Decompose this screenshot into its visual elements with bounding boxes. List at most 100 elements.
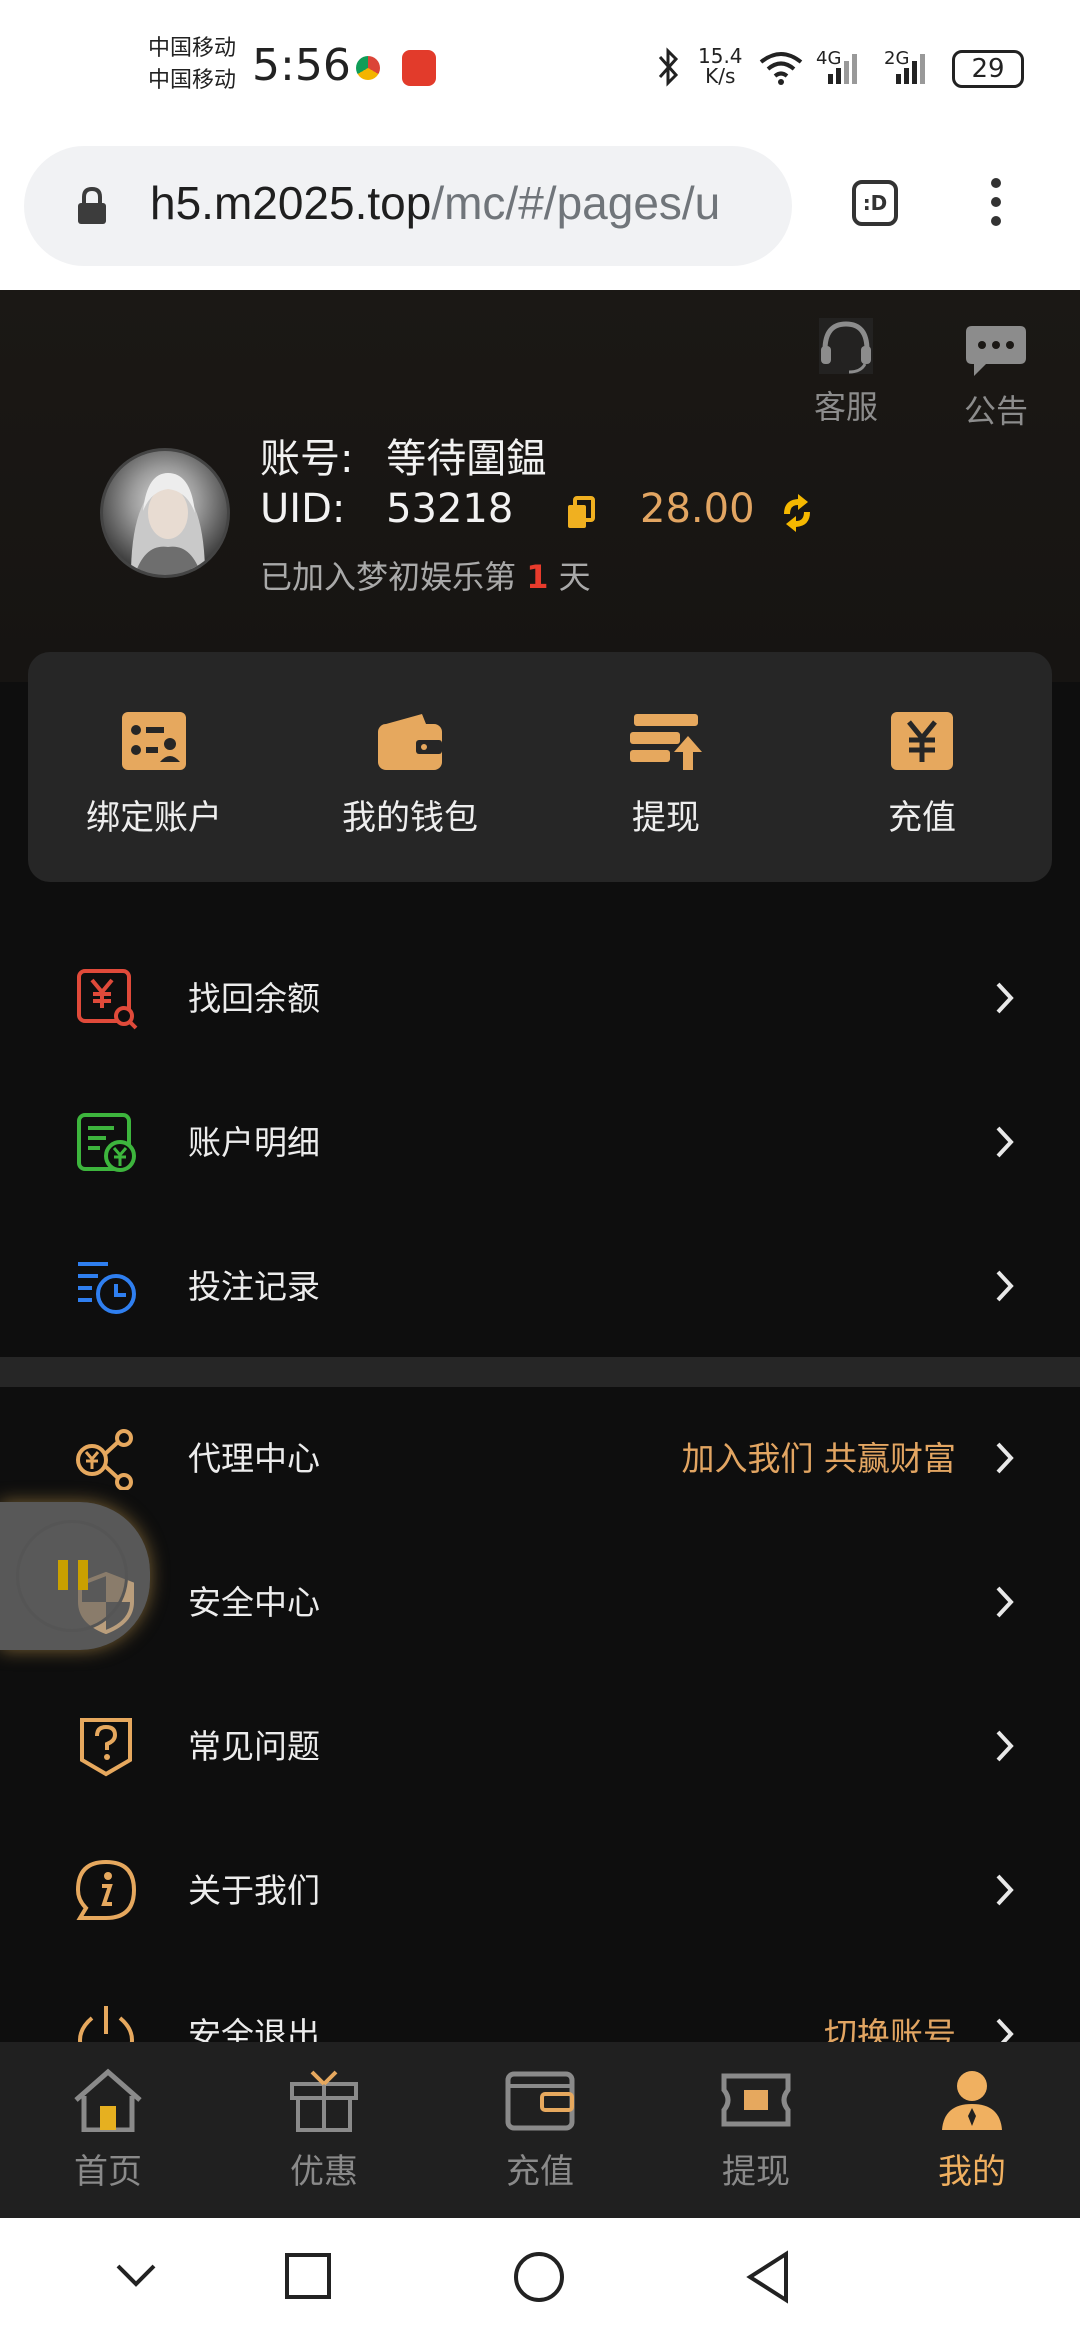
nav-recharge[interactable]: 充值 <box>470 2068 610 2193</box>
withdraw-label: 提现 <box>632 798 700 838</box>
menu-label: 账户明细 <box>188 1123 320 1162</box>
home-button-icon[interactable] <box>512 2250 566 2304</box>
nav-promotions[interactable]: 优惠 <box>254 2068 394 2193</box>
chrome-icon <box>356 56 380 80</box>
menu-item-security-center[interactable]: 安全中心 <box>0 1528 1080 1672</box>
customer-service-label: 客服 <box>813 388 878 426</box>
menu-label: 关于我们 <box>188 1871 320 1910</box>
history-icon <box>78 1262 136 1314</box>
url-path: /mc/#/pages/u <box>431 177 721 229</box>
recharge-label: 充值 <box>888 798 956 838</box>
user-icon <box>942 2071 1002 2130</box>
menu-item-bet-history[interactable]: 投注记录 <box>0 1212 1080 1356</box>
join-text-suffix: 天 <box>558 558 591 596</box>
bluetooth-icon <box>658 47 679 87</box>
chevron-right-icon <box>996 1442 1014 1474</box>
chevron-right-icon <box>996 1730 1014 1762</box>
recharge-button[interactable]: 充值 <box>832 710 1012 839</box>
menu-label: 投注记录 <box>188 1267 320 1306</box>
refresh-icon[interactable] <box>776 492 818 534</box>
uid-value: 53218 <box>386 486 514 532</box>
wallet-icon <box>505 2071 575 2131</box>
url-host: h5.m2025.top <box>150 177 432 229</box>
uid-label: UID: <box>260 486 346 532</box>
signal-2-icon <box>896 54 925 84</box>
chevron-right-icon <box>996 1874 1014 1906</box>
menu-label: 常见问题 <box>188 1727 320 1766</box>
gift-icon <box>290 2070 358 2132</box>
net-speed-unit: K/s <box>705 64 736 88</box>
bind-account-button[interactable]: 绑定账户 <box>64 710 244 839</box>
floating-pause-button[interactable] <box>0 1502 150 1650</box>
announcement-button[interactable]: 公告 <box>956 324 1036 432</box>
carrier-2: 中国移动 <box>148 68 237 93</box>
share-yen-icon <box>76 1429 133 1490</box>
menu-item-recover-balance[interactable]: 找回余额 <box>0 924 1080 1068</box>
nav-profile[interactable]: 我的 <box>902 2068 1042 2193</box>
avatar-portrait <box>131 473 205 575</box>
clock: 5:56 <box>252 40 351 91</box>
wifi-icon <box>759 52 803 85</box>
profile-header: 客服 公告 账号: 等待圍鎾 UID: 53218 28.00 已加入梦初娱乐第… <box>0 290 1080 682</box>
tab-switcher-button[interactable]: :D <box>852 180 898 226</box>
home-icon <box>74 2068 142 2133</box>
address-bar[interactable]: h5.m2025.top/mc/#/pages/u <box>24 146 792 266</box>
system-navigation-bar <box>0 2218 1080 2340</box>
headset-icon <box>819 318 873 374</box>
account-name: 等待圍鎾 <box>386 436 547 482</box>
nav-recharge-label: 充值 <box>506 2152 574 2192</box>
nav-profile-label: 我的 <box>938 2152 1006 2192</box>
lock-icon <box>78 186 106 224</box>
bind-account-label: 绑定账户 <box>86 798 222 838</box>
menu-item-faq[interactable]: 常见问题 <box>0 1672 1080 1816</box>
menu-label: 安全中心 <box>188 1583 320 1622</box>
withdraw-card-icon <box>721 2073 791 2127</box>
agent-promo-text: 加入我们 共赢财富 <box>681 1439 957 1478</box>
id-card-icon <box>122 712 186 770</box>
chat-bubble-icon <box>966 326 1026 376</box>
info-icon <box>75 1859 137 1920</box>
recent-apps-icon[interactable] <box>284 2252 332 2300</box>
chevron-down-icon[interactable] <box>114 2262 158 2290</box>
browser-toolbar: h5.m2025.top/mc/#/pages/u :D <box>0 140 1080 290</box>
avatar[interactable] <box>100 448 230 578</box>
wallet-icon <box>378 714 442 770</box>
menu-label: 代理中心 <box>188 1439 320 1478</box>
menu-label: 找回余额 <box>188 979 320 1018</box>
signal-1-icon <box>828 54 857 84</box>
app-notification-icon <box>402 50 436 86</box>
account-label: 账号: <box>260 436 354 482</box>
bottom-navigation: 首页 优惠 充值 提现 我的 <box>0 2042 1080 2218</box>
my-wallet-button[interactable]: 我的钱包 <box>320 710 500 839</box>
back-icon[interactable] <box>744 2250 792 2304</box>
chevron-right-icon <box>996 1270 1014 1302</box>
join-days: 1 <box>526 558 549 596</box>
yen-icon <box>891 712 953 770</box>
yen-search-icon <box>77 969 138 1030</box>
balance-value: 28.00 <box>640 486 755 532</box>
withdraw-button[interactable]: 提现 <box>576 710 756 839</box>
menu-item-about-us[interactable]: 关于我们 <box>0 1816 1080 1960</box>
nav-home-label: 首页 <box>74 2152 142 2192</box>
browser-menu-button[interactable] <box>984 178 1008 234</box>
chevron-right-icon <box>996 1586 1014 1618</box>
chevron-right-icon <box>996 1126 1014 1158</box>
chevron-right-icon <box>996 982 1014 1014</box>
withdraw-icon <box>630 714 702 770</box>
menu-item-account-details[interactable]: 账户明细 <box>0 1068 1080 1212</box>
customer-service-button[interactable]: 客服 <box>806 318 886 428</box>
nav-withdraw[interactable]: 提现 <box>686 2068 826 2193</box>
nav-promotions-label: 优惠 <box>290 2152 358 2192</box>
announcement-label: 公告 <box>963 392 1028 430</box>
quick-actions-card: 绑定账户 我的钱包 提现 充值 <box>28 652 1052 882</box>
menu-item-agent-center[interactable]: 代理中心 加入我们 共赢财富 <box>0 1384 1080 1528</box>
statement-icon <box>77 1113 136 1172</box>
copy-icon[interactable] <box>566 496 596 530</box>
nav-home[interactable]: 首页 <box>38 2068 178 2193</box>
join-text-prefix: 已加入梦初娱乐第 <box>260 558 517 596</box>
nav-withdraw-label: 提现 <box>722 2152 790 2192</box>
battery-indicator: 29 <box>952 50 1024 88</box>
carrier-1: 中国移动 <box>148 36 237 61</box>
status-bar: 中国移动 中国移动 5:56 15.4 K/s 4G 2G 29 <box>0 0 1080 140</box>
my-wallet-label: 我的钱包 <box>342 798 478 838</box>
